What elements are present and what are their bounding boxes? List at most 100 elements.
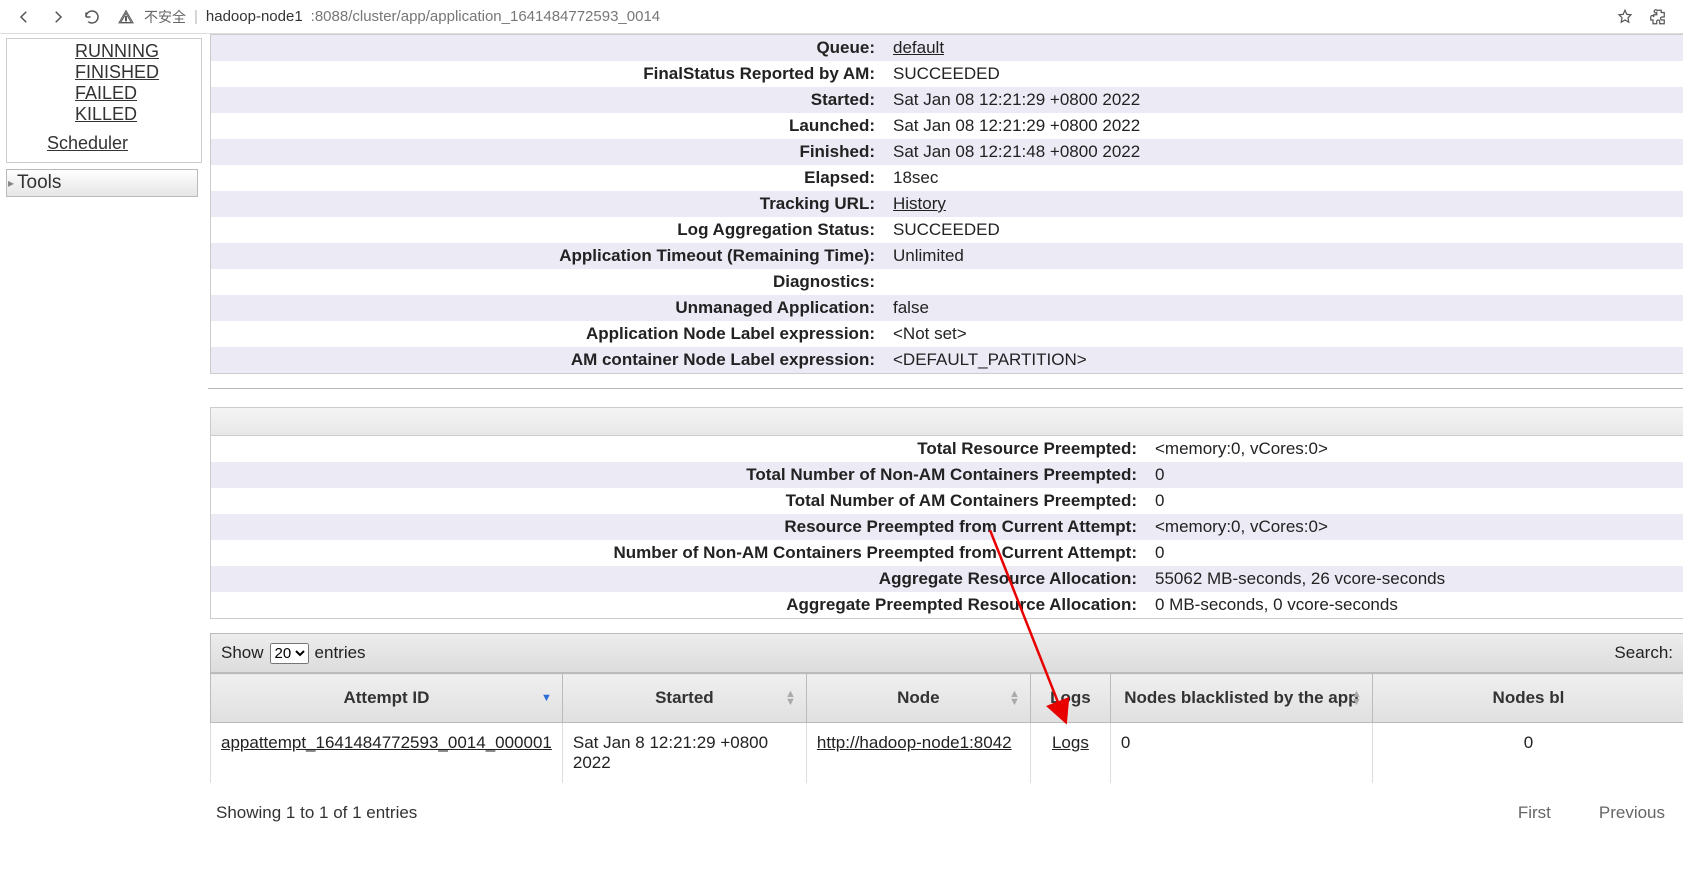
tools-accordion[interactable]: Tools [6, 169, 198, 197]
sidebar-item-running[interactable]: RUNNING [75, 41, 159, 61]
entries-select[interactable]: 20 [270, 643, 309, 664]
metric-row: Resource Preempted from Current Attempt:… [211, 514, 1683, 540]
info-val: default [881, 38, 1683, 58]
separator [208, 388, 1683, 389]
info-key: Application Timeout (Remaining Time): [211, 246, 881, 266]
th-node[interactable]: Node ▲▼ [806, 674, 1030, 723]
security-text: 不安全 [144, 7, 186, 27]
info-link[interactable]: History [893, 194, 946, 213]
info-row: Log Aggregation Status:SUCCEEDED [211, 217, 1683, 243]
info-val: Sat Jan 08 12:21:29 +0800 2022 [881, 90, 1683, 110]
info-val: 18sec [881, 168, 1683, 188]
browser-toolbar: 不安全 | hadoop-node1:8088/cluster/app/appl… [0, 0, 1683, 34]
th-logs[interactable]: Logs [1030, 674, 1110, 723]
metric-key: Number of Non-AM Containers Preempted fr… [211, 543, 1143, 563]
metric-key: Total Number of AM Containers Preempted: [211, 491, 1143, 511]
insecure-icon [116, 7, 136, 27]
metric-row: Total Number of AM Containers Preempted:… [211, 488, 1683, 514]
th-attempt-id[interactable]: Attempt ID ▼ [211, 674, 563, 723]
app-info-panel: Queue:default FinalStatus Reported by AM:… [210, 34, 1683, 374]
metric-key: Resource Preempted from Current Attempt: [211, 517, 1143, 537]
sidebar-item-scheduler[interactable]: Scheduler [47, 133, 128, 153]
metric-key: Aggregate Resource Allocation: [211, 569, 1143, 589]
info-key: AM container Node Label expression: [211, 350, 881, 370]
th-nodes-blacklisted-other[interactable]: Nodes bl [1372, 674, 1683, 723]
info-val: <DEFAULT_PARTITION> [881, 350, 1683, 370]
sort-icon: ▲▼ [785, 690, 796, 706]
metric-key: Aggregate Preempted Resource Allocation: [211, 595, 1143, 615]
info-link[interactable]: default [893, 38, 944, 57]
logs-link[interactable]: Logs [1052, 733, 1089, 752]
page-first[interactable]: First [1506, 799, 1563, 827]
search-label: Search: [1614, 643, 1673, 663]
metric-val: 0 [1143, 543, 1683, 563]
info-key: Launched: [211, 116, 881, 136]
blacklisted-app-cell: 0 [1110, 723, 1372, 784]
metric-row: Total Resource Preempted:<memory:0, vCor… [211, 436, 1683, 462]
metric-row: Total Number of Non-AM Containers Preemp… [211, 462, 1683, 488]
info-key: FinalStatus Reported by AM: [211, 64, 881, 84]
metrics-panel: Total Resource Preempted:<memory:0, vCor… [210, 407, 1683, 619]
sort-asc-icon: ▼ [541, 694, 552, 702]
sidebar-item-killed[interactable]: KILLED [75, 104, 137, 124]
info-row: Queue:default [211, 35, 1683, 61]
info-key: Diagnostics: [211, 272, 881, 292]
metric-val: 0 [1143, 491, 1683, 511]
metric-key: Total Number of Non-AM Containers Preemp… [211, 465, 1143, 485]
tools-label: Tools [17, 172, 61, 194]
metric-val: 55062 MB-seconds, 26 vcore-seconds [1143, 569, 1683, 589]
info-row: Unmanaged Application:false [211, 295, 1683, 321]
info-row: Tracking URL: History [211, 191, 1683, 217]
metric-key: Total Resource Preempted: [211, 439, 1143, 459]
extensions-button[interactable] [1649, 7, 1669, 27]
forward-button[interactable] [48, 7, 68, 27]
info-val: SUCCEEDED [881, 64, 1683, 84]
info-row: Application Node Label expression:<Not s… [211, 321, 1683, 347]
url-path: :8088/cluster/app/application_1641484772… [311, 8, 660, 25]
info-row: Launched:Sat Jan 08 12:21:29 +0800 2022 [211, 113, 1683, 139]
datatable-controls: Show 20 entries Search: [210, 633, 1683, 673]
favorite-button[interactable] [1615, 7, 1635, 27]
url-host: hadoop-node1 [206, 8, 303, 25]
info-key: Log Aggregation Status: [211, 220, 881, 240]
info-row: Application Timeout (Remaining Time):Unl… [211, 243, 1683, 269]
back-button[interactable] [14, 7, 34, 27]
info-row: AM container Node Label expression:<DEFA… [211, 347, 1683, 373]
info-key: Started: [211, 90, 881, 110]
show-label-post: entries [315, 643, 366, 663]
sidebar-item-failed[interactable]: FAILED [75, 83, 137, 103]
info-val: Sat Jan 08 12:21:29 +0800 2022 [881, 116, 1683, 136]
metric-val: 0 MB-seconds, 0 vcore-seconds [1143, 595, 1683, 615]
sort-icon: ▲▼ [1351, 690, 1362, 706]
show-label-pre: Show [221, 643, 264, 663]
info-val: <Not set> [881, 324, 1683, 344]
info-key: Finished: [211, 142, 881, 162]
pagination: First Previous [1506, 799, 1677, 827]
metric-val: 0 [1143, 465, 1683, 485]
metric-val: <memory:0, vCores:0> [1143, 439, 1683, 459]
attempt-id-link[interactable]: appattempt_1641484772593_0014_000001 [221, 733, 552, 752]
apps-states-nav: RUNNING FINISHED FAILED KILLED Scheduler [6, 38, 202, 163]
info-val: false [881, 298, 1683, 318]
info-row: Elapsed:18sec [211, 165, 1683, 191]
blacklisted-other-cell: 0 [1372, 723, 1683, 784]
sidebar-item-finished[interactable]: FINISHED [75, 62, 159, 82]
info-row: Finished:Sat Jan 08 12:21:48 +0800 2022 [211, 139, 1683, 165]
info-val: Unlimited [881, 246, 1683, 266]
table-info: Showing 1 to 1 of 1 entries [216, 803, 417, 823]
th-started[interactable]: Started ▲▼ [562, 674, 806, 723]
metric-row: Aggregate Preempted Resource Allocation:… [211, 592, 1683, 618]
metric-val: <memory:0, vCores:0> [1143, 517, 1683, 537]
attempts-table: Attempt ID ▼ Started ▲▼ Node ▲▼ Logs [210, 673, 1683, 783]
sort-icon: ▲▼ [1009, 690, 1020, 706]
reload-button[interactable] [82, 7, 102, 27]
info-val: Sat Jan 08 12:21:48 +0800 2022 [881, 142, 1683, 162]
th-nodes-blacklisted-app[interactable]: Nodes blacklisted by the app ▲▼ [1110, 674, 1372, 723]
metrics-header [211, 408, 1683, 436]
info-val: SUCCEEDED [881, 220, 1683, 240]
table-row: appattempt_1641484772593_0014_000001 Sat… [211, 723, 1683, 784]
url-bar[interactable]: 不安全 | hadoop-node1:8088/cluster/app/appl… [116, 7, 1601, 27]
info-key: Tracking URL: [211, 194, 881, 214]
node-link[interactable]: http://hadoop-node1:8042 [817, 733, 1012, 752]
page-prev[interactable]: Previous [1587, 799, 1677, 827]
